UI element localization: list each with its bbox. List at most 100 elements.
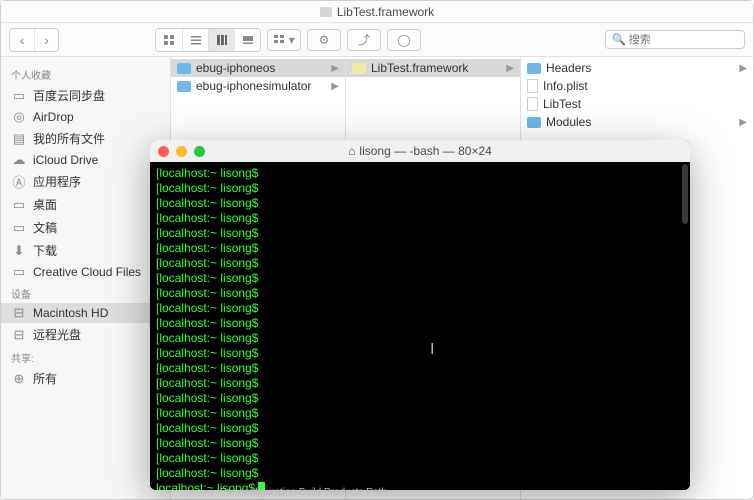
finder-titlebar: LibTest.framework <box>1 1 753 23</box>
minimize-icon[interactable] <box>176 146 187 157</box>
column-item[interactable]: LibTest.framework▶ <box>346 59 520 77</box>
sidebar-item-label: Macintosh HD <box>33 306 108 320</box>
devices-header: 设备 <box>1 282 170 303</box>
terminal-scrollbar[interactable] <box>682 164 688 224</box>
terminal-line: [localhost:~ lisong$ <box>156 301 684 316</box>
sidebar-item-label: 下载 <box>33 242 57 259</box>
column-item[interactable]: Info.plist <box>521 77 753 95</box>
terminal-body[interactable]: [localhost:~ lisong$[localhost:~ lisong$… <box>150 162 690 490</box>
file-icon <box>527 97 538 111</box>
sidebar-item[interactable]: ▭ 百度云同步盘 <box>1 84 170 107</box>
footer-text: Per-configuration Build Products Path <box>220 487 387 498</box>
sidebar-item-label: 应用程序 <box>33 173 81 190</box>
terminal-line: [localhost:~ lisong$ <box>156 181 684 196</box>
shared-header: 共享: <box>1 346 170 367</box>
terminal-line: [localhost:~ lisong$ <box>156 391 684 406</box>
traffic-lights <box>158 146 205 157</box>
terminal-line: [localhost:~ lisong$ <box>156 286 684 301</box>
terminal-titlebar[interactable]: ⌂ lisong — -bash — 80×24 <box>150 140 690 162</box>
column-item-label: Info.plist <box>543 79 588 93</box>
sidebar-item[interactable]: Ⓐ 应用程序 <box>1 170 170 193</box>
terminal-line: [localhost:~ lisong$ <box>156 466 684 481</box>
sidebar-icon: ▭ <box>11 198 27 212</box>
sidebar-item[interactable]: ▭桌面 <box>1 193 170 216</box>
finder-toolbar: ‹ › ▾ ⚙ ⤴ ◯ 🔍 <box>1 23 753 57</box>
favorites-header: 个人收藏 <box>1 63 170 84</box>
sidebar-icon: ▭ <box>11 89 27 103</box>
sidebar-device[interactable]: ⊟Macintosh HD <box>1 303 170 323</box>
share-button[interactable]: ⤴ <box>347 29 381 51</box>
arrange-button[interactable]: ▾ <box>267 29 301 51</box>
column-view-button[interactable] <box>208 29 234 51</box>
column-item[interactable]: Headers▶ <box>521 59 753 77</box>
folder-icon <box>177 81 191 92</box>
terminal-line: [localhost:~ lisong$ <box>156 271 684 286</box>
sidebar-item[interactable]: ☁iCloud Drive <box>1 150 170 170</box>
terminal-line: [localhost:~ lisong$ <box>156 166 684 181</box>
search-field[interactable]: 🔍 <box>605 30 745 49</box>
sidebar-icon: ▭ <box>11 221 27 235</box>
sidebar-item-label: iCloud Drive <box>33 153 98 167</box>
disk-icon: ⊟ <box>11 328 27 342</box>
sidebar-device[interactable]: ⊟ 远程光盘 <box>1 323 170 346</box>
terminal-line: [localhost:~ lisong$ <box>156 256 684 271</box>
sidebar-item-label: 文稿 <box>33 219 57 236</box>
sidebar-item[interactable]: ▤ 我的所有文件 <box>1 127 170 150</box>
terminal-line: [localhost:~ lisong$ <box>156 406 684 421</box>
sidebar-item[interactable]: ▭ Creative Cloud Files <box>1 262 170 282</box>
sidebar-item-label: 所有 <box>33 370 57 387</box>
sidebar-item-label: Creative Cloud Files <box>33 265 141 279</box>
column-item-label: ebug-iphonesimulator <box>196 79 311 93</box>
terminal-window[interactable]: ⌂ lisong — -bash — 80×24 [localhost:~ li… <box>150 140 690 490</box>
nav-buttons: ‹ › <box>9 28 59 52</box>
terminal-line: [localhost:~ lisong$ <box>156 331 684 346</box>
sidebar-item-label: 我的所有文件 <box>33 130 105 147</box>
sidebar-icon: ▤ <box>11 132 27 146</box>
column-item[interactable]: LibTest <box>521 95 753 113</box>
terminal-line: [localhost:~ lisong$ <box>156 361 684 376</box>
sidebar-icon: ▭ <box>11 265 27 279</box>
back-button[interactable]: ‹ <box>10 29 34 51</box>
network-icon: ⊕ <box>11 372 27 386</box>
sidebar-item[interactable]: ◎AirDrop <box>1 107 170 127</box>
terminal-line: [localhost:~ lisong$ <box>156 436 684 451</box>
search-input[interactable] <box>629 34 754 46</box>
terminal-line: [localhost:~ lisong$ <box>156 241 684 256</box>
sidebar-shared[interactable]: ⊕ 所有 <box>1 367 170 390</box>
sidebar-icon: Ⓐ <box>11 175 27 189</box>
terminal-line: [localhost:~ lisong$ <box>156 226 684 241</box>
sidebar-item[interactable]: ▭ 文稿 <box>1 216 170 239</box>
home-icon: ⌂ <box>348 144 355 158</box>
coverflow-view-button[interactable] <box>234 29 260 51</box>
search-icon: 🔍 <box>612 33 626 46</box>
column-item-label: Headers <box>546 61 591 75</box>
maximize-icon[interactable] <box>194 146 205 157</box>
folder-icon <box>320 7 332 17</box>
sidebar: 个人收藏 ▭ 百度云同步盘 ◎AirDrop ▤ 我的所有文件 ☁iCloud Drive… <box>1 57 171 499</box>
sidebar-item-label: 远程光盘 <box>33 326 81 343</box>
icon-view-button[interactable] <box>156 29 182 51</box>
tags-button[interactable]: ◯ <box>387 29 421 51</box>
folder-icon <box>527 117 541 128</box>
chevron-right-icon: ▶ <box>331 63 339 74</box>
terminal-line: [localhost:~ lisong$ <box>156 421 684 436</box>
column-item-label: LibTest.framework <box>371 61 468 75</box>
terminal-title: ⌂ lisong — -bash — 80×24 <box>150 144 690 158</box>
column-item[interactable]: ebug-iphoneos ▶ <box>171 59 345 77</box>
toolbar-extra: ▾ ⚙ ⤴ ◯ <box>267 29 421 51</box>
chevron-right-icon: ▶ <box>739 117 747 128</box>
list-view-button[interactable] <box>182 29 208 51</box>
column-item-label: Modules <box>546 115 591 129</box>
folder-icon <box>527 63 541 74</box>
sidebar-item[interactable]: ⬇下载 <box>1 239 170 262</box>
forward-button[interactable]: › <box>34 29 58 51</box>
sidebar-item-label: 百度云同步盘 <box>33 87 105 104</box>
column-item-label: ebug-iphoneos <box>196 61 275 75</box>
action-button[interactable]: ⚙ <box>307 29 341 51</box>
terminal-line: [localhost:~ lisong$ <box>156 346 684 361</box>
column-item[interactable]: Modules ▶ <box>521 113 753 131</box>
sidebar-item-label: AirDrop <box>33 110 74 124</box>
column-item[interactable]: ebug-iphonesimulator▶ <box>171 77 345 95</box>
close-icon[interactable] <box>158 146 169 157</box>
view-buttons <box>155 28 261 52</box>
